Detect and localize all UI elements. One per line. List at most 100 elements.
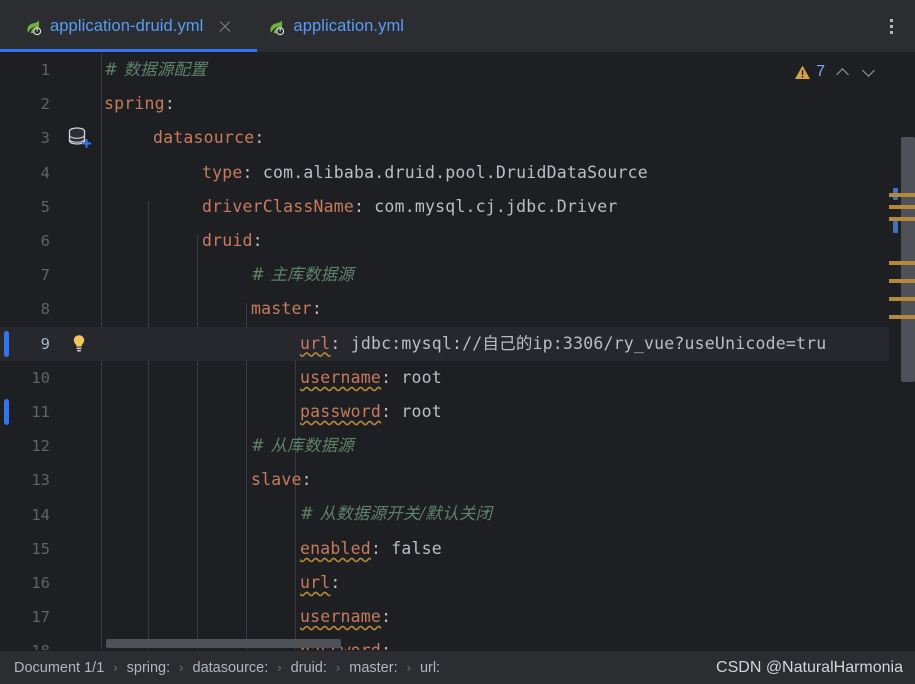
horizontal-scrollbar-thumb[interactable] xyxy=(106,639,341,648)
breadcrumb-datasource[interactable]: datasource: xyxy=(193,660,269,676)
horizontal-scrollbar[interactable] xyxy=(101,639,815,648)
breadcrumb-separator: › xyxy=(335,660,341,675)
code-lines[interactable]: 1 # 数据源配置 2 spring: 3 datasource: 4 type… xyxy=(0,53,915,650)
breadcrumb-druid[interactable]: druid: xyxy=(291,660,327,676)
line-content[interactable]: url: jdbc:mysql://自己的ip:3306/ry_vue?useU… xyxy=(100,327,915,361)
line-gutter[interactable] xyxy=(58,532,100,566)
line-number: 3 xyxy=(40,129,50,148)
line-gutter[interactable] xyxy=(58,121,100,155)
code-line[interactable]: 14 # 从数据源开关/默认关闭 xyxy=(0,497,915,531)
inspection-widget: 7 xyxy=(794,63,877,81)
code-line-selected[interactable]: 10 username: root xyxy=(0,361,915,395)
colon: : xyxy=(242,162,263,182)
line-gutter[interactable] xyxy=(58,566,100,600)
code-editor[interactable]: 7 1 # 数据源配置 2 spring: 3 datasource: 4 ty… xyxy=(0,53,915,650)
line-content[interactable]: # 主库数据源 xyxy=(100,258,915,292)
line-gutter[interactable] xyxy=(58,292,100,326)
colon: : xyxy=(381,367,402,387)
line-gutter[interactable] xyxy=(58,463,100,497)
line-content[interactable]: # 从数据源开关/默认关闭 xyxy=(100,497,915,531)
marker-warning[interactable] xyxy=(889,261,915,265)
yaml-comment: # 从库数据源 xyxy=(251,436,354,456)
yaml-key: username xyxy=(300,367,382,387)
editor-marker-gutter[interactable] xyxy=(889,89,915,650)
code-line[interactable]: 13 slave: xyxy=(0,463,915,497)
line-gutter[interactable] xyxy=(58,395,100,429)
line-gutter[interactable] xyxy=(58,600,100,634)
marker-blue[interactable] xyxy=(893,221,898,233)
code-line[interactable]: 2 spring: xyxy=(0,87,915,121)
tab-application-druid-yml[interactable]: application-druid.yml xyxy=(0,0,244,53)
breadcrumb-url[interactable]: url: xyxy=(420,660,440,676)
line-content[interactable]: master: xyxy=(100,292,915,326)
line-content[interactable]: username: root xyxy=(100,361,915,395)
chevron-down-icon[interactable] xyxy=(861,64,877,80)
marker-warning[interactable] xyxy=(889,279,915,283)
line-gutter[interactable] xyxy=(58,498,100,532)
code-line[interactable]: 3 datasource: xyxy=(0,121,915,155)
code-line[interactable]: 12 # 从库数据源 xyxy=(0,429,915,463)
yaml-key: slave xyxy=(251,470,302,490)
line-content[interactable]: url: xyxy=(100,566,915,600)
line-gutter[interactable] xyxy=(58,156,100,190)
code-line[interactable]: 7 # 主库数据源 xyxy=(0,258,915,292)
line-content[interactable]: username: xyxy=(100,600,915,634)
line-content[interactable]: datasource: xyxy=(100,121,915,155)
colon: : xyxy=(164,94,175,114)
line-content[interactable]: driverClassName: com.mysql.cj.jdbc.Drive… xyxy=(100,190,915,224)
code-line[interactable]: 6 druid: xyxy=(0,224,915,258)
code-line[interactable]: 4 type: com.alibaba.druid.pool.DruidData… xyxy=(0,156,915,190)
line-content[interactable]: spring: xyxy=(100,87,915,121)
tab-application-yml[interactable]: application.yml xyxy=(243,0,414,53)
vertical-scrollbar-thumb[interactable] xyxy=(901,137,915,382)
marker-warning[interactable] xyxy=(889,315,915,319)
breadcrumb-separator: › xyxy=(406,660,411,675)
code-line[interactable]: 8 master: xyxy=(0,292,915,326)
tab-label: application-druid.yml xyxy=(50,17,204,35)
breadcrumb-separator: › xyxy=(179,660,184,675)
line-content[interactable]: druid: xyxy=(100,224,915,258)
chevron-up-icon[interactable] xyxy=(835,64,851,80)
marker-warning[interactable] xyxy=(889,193,915,197)
breadcrumb-document[interactable]: Document 1/1 xyxy=(14,660,104,676)
yaml-key: datasource xyxy=(153,128,255,148)
line-gutter[interactable] xyxy=(58,634,100,650)
line-gutter[interactable] xyxy=(58,224,100,258)
marker-warning[interactable] xyxy=(889,297,915,301)
line-content[interactable]: type: com.alibaba.druid.pool.DruidDataSo… xyxy=(100,156,915,190)
breadcrumb-spring[interactable]: spring: xyxy=(127,660,171,676)
code-line[interactable]: 15 enabled: false xyxy=(0,532,915,566)
marker-warning[interactable] xyxy=(889,217,915,221)
warning-count: 7 xyxy=(816,63,825,80)
code-line[interactable]: 5 driverClassName: com.mysql.cj.jdbc.Dri… xyxy=(0,190,915,224)
line-number: 13 xyxy=(31,471,50,490)
line-gutter[interactable] xyxy=(58,327,100,361)
line-content[interactable]: enabled: false xyxy=(100,532,915,566)
line-number: 17 xyxy=(31,608,50,627)
line-gutter[interactable] xyxy=(58,361,100,395)
line-gutter[interactable] xyxy=(58,53,100,87)
line-content[interactable]: slave: xyxy=(100,463,915,497)
line-gutter[interactable] xyxy=(58,429,100,463)
marker-warning[interactable] xyxy=(889,205,915,209)
line-content[interactable]: password: root xyxy=(100,395,915,429)
line-number: 8 xyxy=(40,300,50,319)
line-content[interactable]: # 从库数据源 xyxy=(100,429,915,463)
spring-leaf-icon xyxy=(24,18,42,36)
line-gutter[interactable] xyxy=(58,190,100,224)
line-gutter[interactable] xyxy=(58,258,100,292)
line-content[interactable]: # 数据源配置 xyxy=(100,53,915,87)
database-add-icon[interactable] xyxy=(66,126,92,150)
change-marker[interactable] xyxy=(4,398,9,425)
more-actions-icon[interactable] xyxy=(881,17,901,37)
line-gutter[interactable] xyxy=(58,87,100,121)
code-line[interactable]: 16 url: xyxy=(0,566,915,600)
change-marker[interactable] xyxy=(4,330,9,357)
code-line-selected[interactable]: 9 url: jdbc:mysql://自己的ip:3306/ry_vue?us… xyxy=(0,326,915,361)
close-icon[interactable] xyxy=(217,19,233,35)
intention-bulb-icon[interactable] xyxy=(70,334,88,354)
breadcrumb-master[interactable]: master: xyxy=(349,660,397,676)
code-line[interactable]: 17 username: xyxy=(0,600,915,634)
code-line-selected[interactable]: 11 password: root xyxy=(0,395,915,429)
code-line[interactable]: 1 # 数据源配置 xyxy=(0,53,915,87)
